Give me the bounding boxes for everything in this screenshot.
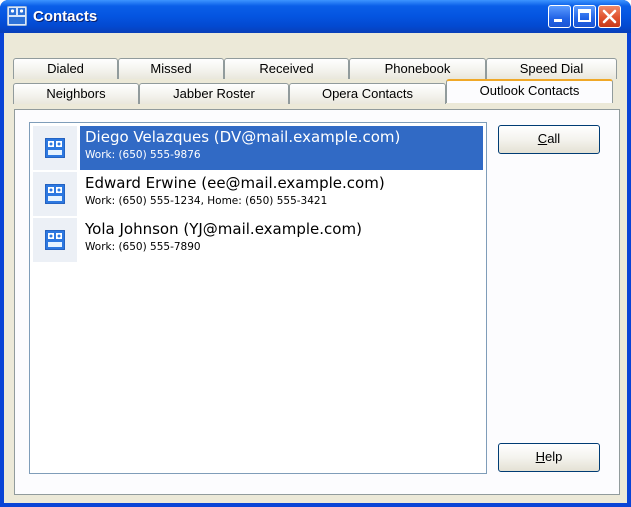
tab-received[interactable]: Received <box>224 58 349 79</box>
tab-label: Speed Dial <box>519 61 584 76</box>
list-item[interactable]: Edward Erwine (ee@mail.example.com) Work… <box>33 172 483 218</box>
contact-text: Yola Johnson (YJ@mail.example.com) Work:… <box>80 218 483 262</box>
tab-label: Opera Contacts <box>321 86 414 101</box>
close-icon <box>602 9 617 24</box>
contact-text: Edward Erwine (ee@mail.example.com) Work… <box>80 172 483 216</box>
contact-name: Diego Velazques (DV@mail.example.com) <box>85 128 401 146</box>
contact-icon-cell <box>33 172 77 216</box>
tab-dialed[interactable]: Dialed <box>13 58 118 79</box>
title-bar[interactable]: Contacts <box>0 0 631 33</box>
contact-card-icon <box>45 230 65 250</box>
tab-label: Received <box>259 61 314 76</box>
help-button[interactable]: Help <box>498 443 600 472</box>
contact-icon-cell <box>33 218 77 262</box>
contact-icon-cell <box>33 126 77 170</box>
tab-label: Phonebook <box>384 61 451 76</box>
contact-detail: Work: (650) 555-9876 <box>85 149 201 161</box>
minimize-icon <box>554 19 562 22</box>
tab-label: Jabber Roster <box>173 86 255 101</box>
maximize-button[interactable] <box>573 5 596 28</box>
list-item[interactable]: Yola Johnson (YJ@mail.example.com) Work:… <box>33 218 483 264</box>
close-button[interactable] <box>598 5 621 28</box>
minimize-button[interactable] <box>548 5 571 28</box>
call-label-rest: all <box>547 131 561 146</box>
call-button[interactable]: Call <box>498 125 600 154</box>
help-mnemonic: H <box>535 449 546 464</box>
tab-label: Neighbors <box>46 86 106 101</box>
tab-jabber-roster[interactable]: Jabber Roster <box>139 83 289 104</box>
contact-card-icon <box>45 184 65 204</box>
contacts-app-icon <box>7 6 27 26</box>
contact-text: Diego Velazques (DV@mail.example.com) Wo… <box>80 126 483 170</box>
tab-speed-dial[interactable]: Speed Dial <box>486 58 617 79</box>
tab-label: Dialed <box>47 61 84 76</box>
contact-card-icon <box>45 138 65 158</box>
help-label-rest: elp <box>545 449 563 464</box>
contact-name: Edward Erwine (ee@mail.example.com) <box>85 174 385 192</box>
tab-label: Missed <box>150 61 192 76</box>
tab-opera-contacts[interactable]: Opera Contacts <box>289 83 446 104</box>
contact-name: Yola Johnson (YJ@mail.example.com) <box>85 220 362 238</box>
dialog-client-area: Dialed Missed Received Phonebook Speed D… <box>4 33 627 503</box>
tab-neighbors[interactable]: Neighbors <box>13 83 139 104</box>
window-title: Contacts <box>33 8 98 25</box>
maximize-icon <box>578 9 591 22</box>
contact-detail: Work: (650) 555-7890 <box>85 241 201 253</box>
tab-outlook-contacts[interactable]: Outlook Contacts <box>446 79 613 103</box>
contact-detail: Work: (650) 555-1234, Home: (650) 555-34… <box>85 195 328 207</box>
contacts-list[interactable]: Diego Velazques (DV@mail.example.com) Wo… <box>29 122 487 474</box>
list-item[interactable]: Diego Velazques (DV@mail.example.com) Wo… <box>33 126 483 172</box>
contacts-window: Contacts Dialed Missed Received Phoneboo… <box>0 0 631 507</box>
tab-label: Outlook Contacts <box>479 83 580 98</box>
tab-phonebook[interactable]: Phonebook <box>349 58 486 79</box>
call-mnemonic: C <box>537 131 548 146</box>
tab-missed[interactable]: Missed <box>118 58 224 79</box>
